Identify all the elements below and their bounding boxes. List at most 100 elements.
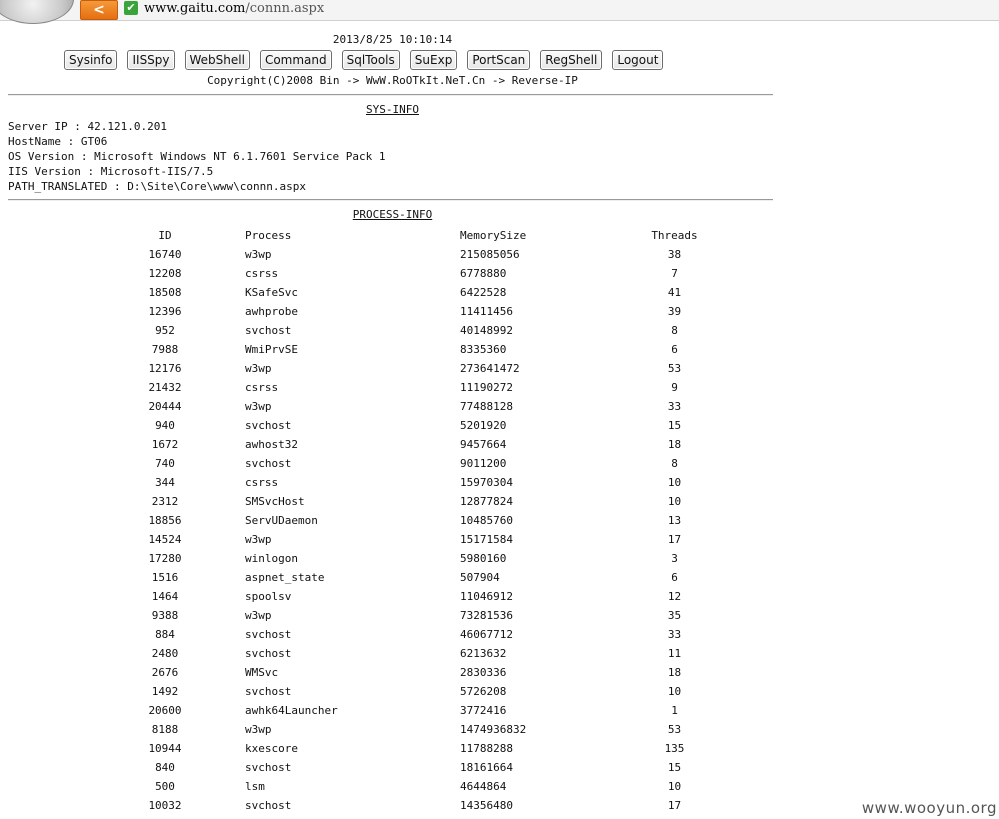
table-row: 1672 awhost32 9457664 18 (128, 435, 717, 454)
table-row: 12396 awhprobe 11411456 39 (128, 302, 717, 321)
cell-id: 21432 (148, 381, 182, 394)
divider (8, 94, 773, 96)
cell-id: 18508 (148, 286, 182, 299)
table-row: 740 svchost 9011200 8 (128, 454, 717, 473)
cell-id: 500 (155, 780, 175, 793)
cell-process: svchost (245, 457, 292, 470)
table-row: 2480 svchost 6213632 11 (128, 644, 717, 663)
cell-memorysize: 4644864 (460, 780, 507, 793)
cell-process: ServUDaemon (245, 514, 318, 527)
cell-process: KSafeSvc (245, 286, 298, 299)
regshell-button[interactable]: RegShell (540, 50, 603, 70)
iis-version-line: IIS Version : Microsoft-IIS/7.5 (8, 165, 214, 178)
cell-id: 7988 (151, 343, 179, 356)
command-button[interactable]: Command (259, 50, 332, 70)
cell-threads: 18 (667, 438, 682, 451)
cell-memorysize: 6213632 (460, 647, 507, 660)
cell-process: w3wp (245, 723, 272, 736)
cell-threads: 33 (667, 628, 682, 641)
table-row: 1464 spoolsv 11046912 12 (128, 587, 717, 606)
cell-threads: 39 (667, 305, 682, 318)
cell-threads: 10 (667, 685, 682, 698)
cell-threads: 17 (667, 533, 682, 546)
cell-process: w3wp (245, 400, 272, 413)
table-row: 18856 ServUDaemon 10485760 13 (128, 511, 717, 530)
cell-process: svchost (245, 647, 292, 660)
table-row: 12176 w3wp 273641472 53 (128, 359, 717, 378)
cell-threads: 3 (671, 552, 678, 565)
cell-memorysize: 15171584 (460, 533, 513, 546)
cell-id: 952 (155, 324, 175, 337)
copyright-line: Copyright(C)2008 Bin -> WwW.RoOTkIt.NeT.… (207, 74, 578, 87)
sqltools-button[interactable]: SqlTools (341, 50, 400, 70)
cell-memorysize: 5980160 (460, 552, 507, 565)
cell-memorysize: 18161664 (460, 761, 513, 774)
cell-process: svchost (245, 799, 292, 812)
cell-process: awhprobe (245, 305, 298, 318)
cell-threads: 53 (667, 362, 682, 375)
cell-id: 20600 (148, 704, 182, 717)
cell-memorysize: 2830336 (460, 666, 507, 679)
cell-memorysize: 215085056 (460, 248, 520, 261)
cell-process: svchost (245, 761, 292, 774)
cell-id: 20444 (148, 400, 182, 413)
portscan-button[interactable]: PortScan (467, 50, 531, 70)
path-translated-line: PATH_TRANSLATED : D:\Site\Core\www\connn… (8, 180, 307, 193)
cell-memorysize: 6422528 (460, 286, 507, 299)
table-row: 14524 w3wp 15171584 17 (128, 530, 717, 549)
table-row: 18508 KSafeSvc 6422528 41 (128, 283, 717, 302)
cell-process: svchost (245, 419, 292, 432)
cell-id: 14524 (148, 533, 182, 546)
cell-id: 740 (155, 457, 175, 470)
cell-id: 2312 (151, 495, 179, 508)
cell-threads: 35 (667, 609, 682, 622)
url-path: /connn.aspx (245, 1, 325, 16)
cell-memorysize: 11411456 (460, 305, 513, 318)
cell-id: 1464 (151, 590, 179, 603)
cell-memorysize: 11788288 (460, 742, 513, 755)
cell-threads: 15 (667, 419, 682, 432)
table-row: 20444 w3wp 77488128 33 (128, 397, 717, 416)
cell-threads: 12 (667, 590, 682, 603)
cell-process: awhk64Launcher (245, 704, 338, 717)
address-bar[interactable]: www.gaitu.com/connn.aspx (144, 0, 324, 17)
server-ip-line: Server IP : 42.121.0.201 (8, 120, 167, 133)
browser-toolbar: < ✔ www.gaitu.com/connn.aspx (0, 0, 999, 24)
column-header-id: ID (158, 229, 172, 242)
iisspy-button[interactable]: IISSpy (127, 50, 175, 70)
cell-id: 10944 (148, 742, 182, 755)
logout-button[interactable]: Logout (612, 50, 664, 70)
column-header-memorysize: MemorySize (460, 229, 527, 242)
cell-id: 18856 (148, 514, 182, 527)
cell-id: 940 (155, 419, 175, 432)
cell-threads: 10 (667, 495, 682, 508)
table-row: 17280 winlogon 5980160 3 (128, 549, 717, 568)
cell-memorysize: 11046912 (460, 590, 513, 603)
table-row: 7988 WmiPrvSE 8335360 6 (128, 340, 717, 359)
cell-threads: 15 (667, 761, 682, 774)
cell-id: 9388 (151, 609, 179, 622)
cell-process: svchost (245, 685, 292, 698)
cell-memorysize: 1474936832 (460, 723, 527, 736)
table-row: 21432 csrss 11190272 9 (128, 378, 717, 397)
cell-threads: 11 (667, 647, 682, 660)
cell-id: 1492 (151, 685, 179, 698)
suexp-button[interactable]: SuExp (409, 50, 458, 70)
cell-threads: 10 (667, 780, 682, 793)
table-row: 20600 awhk64Launcher 3772416 1 (128, 701, 717, 720)
watermark: www.wooyun.org (861, 799, 997, 817)
cell-memorysize: 73281536 (460, 609, 513, 622)
cell-memorysize: 14356480 (460, 799, 513, 812)
webshell-button[interactable]: WebShell (184, 50, 250, 70)
cell-id: 12396 (148, 305, 182, 318)
browser-orb-button[interactable] (0, 0, 74, 24)
table-row: 2676 WMSvc 2830336 18 (128, 663, 717, 682)
sysinfo-button[interactable]: Sysinfo (64, 50, 118, 70)
table-row: 10944 kxescore 11788288 135 (128, 739, 717, 758)
back-button[interactable]: < (80, 0, 118, 20)
cell-memorysize: 8335360 (460, 343, 507, 356)
cell-memorysize: 3772416 (460, 704, 507, 717)
cell-process: csrss (245, 381, 279, 394)
cell-id: 2480 (151, 647, 179, 660)
cell-id: 8188 (151, 723, 179, 736)
